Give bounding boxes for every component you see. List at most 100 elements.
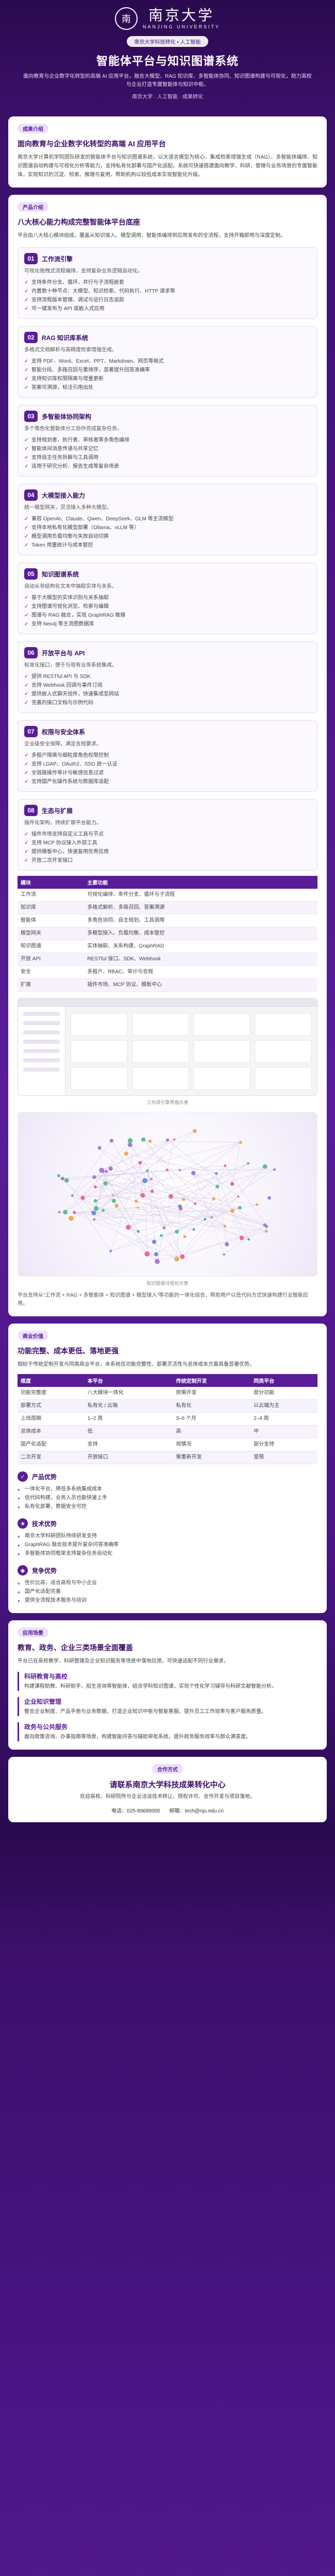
table-header: 维度	[18, 1374, 85, 1387]
section-title: 请联系南京大学科技成果转化中心	[109, 1781, 226, 1789]
screenshot-card-grid	[71, 1013, 312, 1090]
module-feature-item: 适用于研究分析、报告生成等复杂场景	[24, 462, 311, 471]
section-title: 八大核心能力构成完整智能体平台底座	[18, 218, 140, 226]
table-cell: 总体成本	[18, 1425, 85, 1438]
table-header: 传统定制开发	[173, 1374, 251, 1387]
graph-node	[112, 1198, 116, 1203]
scenario-text: 面向政策咨询、办事指南等场景，构建智能问答与辅助审批系统，提升政务服务效率与群众…	[24, 1734, 251, 1740]
module-description: 企业级安全保障，满足合规要求。	[24, 741, 102, 747]
table-cell: 高	[173, 1425, 251, 1438]
graph-node	[58, 1211, 61, 1213]
table-cell: 八大模块一体化	[84, 1387, 173, 1400]
graph-edge	[128, 1206, 180, 1228]
scenario-text: 整合企业制度、产品手册与业务数据，打造企业知识中枢与智能客服，提升员工工作效率与…	[24, 1709, 266, 1715]
module-number: 02	[24, 332, 38, 343]
value-point-item: 一体化平台，降低多系统集成成本	[18, 1485, 317, 1494]
scenarios-card: 应用场景 教育、政务、企业三类场景全面覆盖 平台已在高校教学、科研管理及企业知识…	[8, 1620, 327, 1750]
module-title: 知识图谱系统	[42, 570, 79, 578]
table-cell: 部分功能	[250, 1387, 317, 1400]
graph-node	[127, 1138, 133, 1143]
graph-node	[57, 1174, 60, 1178]
contact-card: 合作方式 请联系南京大学科技成果转化中心 欢迎高校、科研院所与企业洽谈技术转让、…	[8, 1757, 327, 1822]
module-feature-item: 支持 Neo4j 等主流图数据库	[24, 620, 311, 629]
screenshot-sidebar	[18, 1007, 65, 1095]
module-header: 02 RAG 知识库系统	[24, 332, 311, 343]
module-feature-list: 支持 PDF、Word、Excel、PPT、Markdown、网页等格式智能分段…	[24, 357, 311, 392]
graph-node	[215, 1184, 220, 1189]
graph-node	[237, 1195, 240, 1198]
graph-node	[137, 1230, 140, 1233]
graph-node	[93, 1185, 97, 1189]
graph-node	[73, 1211, 76, 1214]
graph-node	[105, 1170, 108, 1173]
scenario-list: 科研教育与高校 构建课程助教、科研助手、招生咨询等智能体，结合学科知识图谱，实现个…	[18, 1672, 317, 1741]
module-number: 06	[24, 647, 38, 658]
module-list: 01 工作流引擎可视化拖拽式流程编排，支持复杂业务逻辑自动化。支持条件分支、循环、…	[18, 247, 317, 871]
graph-node	[114, 1204, 119, 1208]
page: 南 南京大学 NANJING UNIVERSITY 南京大学科技转化 • 人工智…	[0, 0, 335, 1834]
table-cell: 多模型接入、负载均衡、成本管控	[84, 927, 317, 940]
module-number: 05	[24, 568, 38, 580]
table-cell: 受限	[250, 1451, 317, 1464]
graph-node	[230, 1209, 234, 1213]
value-point-icon: ◆	[18, 1565, 28, 1575]
contact-email[interactable]: 邮箱：tech@nju.edu.cn	[170, 1806, 224, 1814]
table-row: 模型网关 多模型接入、负载均衡、成本管控	[18, 927, 317, 940]
product-card: 产品介绍 八大核心能力构成完整智能体平台底座 平台由八大核心模块组成，覆盖从知识…	[8, 195, 327, 1316]
module-feature-item: 支持本地私有化模型部署（Ollama、vLLM 等）	[24, 523, 311, 532]
value-point-title: 产品优势	[32, 1473, 57, 1481]
module-header: 04 大模型接入能力	[24, 489, 311, 501]
section-tag: 合作方式	[152, 1764, 183, 1774]
graph-edge	[99, 1147, 185, 1237]
module-feature-item: 兼容 OpenAI、Claude、Qwen、DeepSeek、GLM 等主流模型	[24, 515, 311, 523]
graph-node	[141, 1137, 146, 1142]
module-block: 05 知识图谱系统自动从非结构化文本中抽取实体与关系。基于大模型的实体识别与关系抽…	[18, 563, 317, 634]
graph-node	[150, 1189, 154, 1193]
graph-node	[92, 1175, 96, 1179]
module-feature-item: 开放二次开发接口	[24, 856, 311, 865]
table-header: 同类平台	[250, 1374, 317, 1387]
table-cell: 插件市场、MCP 协议、模板中心	[84, 978, 317, 992]
table-cell: 部分支持	[250, 1438, 317, 1451]
table-row: 功能完整度 八大模块一体化 按需开发 部分功能	[18, 1387, 317, 1400]
module-feature-item: 智能分段、多路召回与重排序，显著提升回答准确率	[24, 366, 311, 375]
graph-edge	[93, 1131, 195, 1213]
module-feature-item: 模型调用负载均衡与失败自动切换	[24, 532, 311, 541]
graph-node	[108, 1166, 113, 1171]
module-feature-item: 支持图谱可视化浏览、检索与编辑	[24, 602, 311, 611]
graph-node	[178, 1204, 182, 1209]
value-point-item: 性价比高，适合高校与中小企业	[18, 1579, 317, 1588]
graph-node	[155, 1259, 160, 1264]
graph-node	[223, 1253, 225, 1256]
table-header: 本平台	[84, 1374, 173, 1387]
contact-phone: 电话：025-89680000	[111, 1808, 160, 1814]
table-row: 扩展 插件市场、MCP 协议、模板中心	[18, 978, 317, 992]
value-point-list: 一体化平台，降低多系统集成成本低代码构建，业务人员也能快速上手私有化部署，数据安…	[18, 1485, 317, 1512]
module-block: 07 权限与安全体系企业级安全保障，满足合规要求。多租户隔离与细粒度角色权限控制支…	[18, 720, 317, 792]
table-cell: 多租户、RBAC、审计与合规	[84, 965, 317, 979]
university-name-cn: 南京大学	[148, 7, 214, 24]
value-card: 商业价值 功能完整、成本更低、落地更强 相较于传统定制开发与同类商业平台，本系统…	[8, 1324, 327, 1613]
table-row: 部署方式 私有化 / 云端 私有化 以云端为主	[18, 1399, 317, 1413]
value-point-item: GraphRAG 融合技术提升复杂问答准确率	[18, 1540, 317, 1550]
table-cell: 私有化 / 云端	[84, 1399, 173, 1413]
graph-node	[178, 1169, 181, 1172]
table-cell: RESTful 接口、SDK、Webhook	[84, 953, 317, 966]
graph-node	[247, 1238, 250, 1241]
table-cell: 知识库	[18, 901, 85, 914]
table-row: 国产化适配 支持 视情况 部分支持	[18, 1438, 317, 1451]
module-title: 开放平台与 API	[42, 649, 85, 657]
section-tag: 应用场景	[18, 1628, 48, 1637]
module-header: 06 开放平台与 API	[24, 647, 311, 658]
window-titlebar	[18, 998, 317, 1007]
table-cell: 开放接口	[84, 1451, 173, 1464]
graph-node	[166, 1138, 170, 1142]
value-point-icon: ★	[18, 1518, 28, 1529]
graph-node	[63, 1210, 68, 1215]
scenario-item: 企业知识管理 整合企业制度、产品手册与业务数据，打造企业知识中枢与智能客服，提升员…	[18, 1697, 317, 1716]
section-body: 平台由八大核心模块组成，覆盖从知识接入、模型调用、智能体编排到应用发布的全流程，…	[18, 233, 286, 239]
module-number: 07	[24, 726, 38, 737]
table-cell: 1–2 周	[84, 1412, 173, 1426]
module-description: 自动从非结构化文本中抽取实体与关系。	[24, 584, 117, 589]
module-number: 01	[24, 253, 38, 264]
